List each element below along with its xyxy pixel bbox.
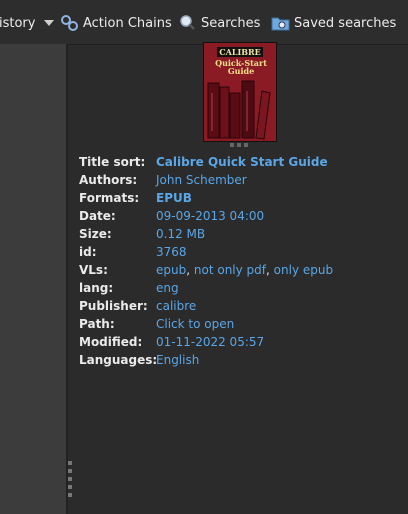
- toolbar: istory Action Chains Searches Saved sear…: [0, 0, 408, 45]
- detail-label: Date:: [79, 209, 116, 223]
- searches-label: Searches: [201, 15, 261, 31]
- format-link[interactable]: EPUB: [156, 189, 192, 207]
- detail-label: VLs:: [79, 263, 108, 277]
- handle-dot: [230, 143, 234, 147]
- handle-dot: [237, 143, 241, 147]
- date-value[interactable]: 09-09-2013 04:00: [156, 207, 264, 225]
- vls-list: epub, not only pdf, only epub: [156, 261, 333, 279]
- handle-dot: [244, 143, 248, 147]
- chevron-down-icon: [44, 20, 54, 26]
- author-link[interactable]: John Schember: [156, 171, 247, 189]
- detail-label: Languages:: [79, 353, 158, 367]
- vl-separator: ,: [186, 263, 191, 277]
- splitter-grip-dot[interactable]: [68, 461, 72, 465]
- vl-link[interactable]: only epub: [274, 263, 333, 277]
- book-list-panel[interactable]: [0, 44, 66, 514]
- action-chains-button[interactable]: Action Chains: [61, 13, 172, 33]
- size-value: 0.12 MB: [156, 227, 206, 241]
- detail-label: id:: [79, 245, 97, 259]
- path-open-link[interactable]: Click to open: [156, 315, 234, 333]
- splitter-grip-dot[interactable]: [68, 469, 72, 473]
- title-sort-link[interactable]: Calibre Quick Start Guide: [156, 153, 328, 171]
- splitter-grip-dot[interactable]: [68, 477, 72, 481]
- panel-splitter[interactable]: [66, 44, 68, 514]
- detail-label: Modified:: [79, 335, 143, 349]
- searches-button[interactable]: Searches: [179, 13, 260, 33]
- detail-label: Publisher:: [79, 299, 148, 313]
- action-chains-label: Action Chains: [83, 15, 172, 31]
- vl-link[interactable]: not only pdf: [194, 263, 266, 277]
- cover-resize-handle[interactable]: [230, 143, 260, 147]
- history-label: istory: [0, 15, 36, 31]
- publisher-link[interactable]: calibre: [156, 297, 196, 315]
- detail-label: lang:: [79, 281, 114, 295]
- saved-searches-button[interactable]: Saved searches: [271, 13, 396, 33]
- saved-searches-label: Saved searches: [294, 15, 397, 31]
- languages-link[interactable]: English: [156, 351, 199, 369]
- search-icon: [180, 15, 195, 30]
- cover-books-illustration: [207, 80, 271, 140]
- detail-label: Formats:: [79, 191, 140, 205]
- detail-label: Title sort:: [79, 155, 146, 169]
- splitter-grip-dot[interactable]: [68, 493, 72, 497]
- lang-link[interactable]: eng: [156, 279, 179, 297]
- id-value[interactable]: 3768: [156, 243, 187, 261]
- action-chains-icon: [61, 15, 78, 31]
- detail-label: Size:: [79, 227, 112, 241]
- detail-label: Path:: [79, 317, 115, 331]
- modified-value[interactable]: 01-11-2022 05:57: [156, 333, 264, 351]
- splitter-grip-dot[interactable]: [68, 485, 72, 489]
- detail-label: Authors:: [79, 173, 138, 187]
- book-cover[interactable]: CALIBRE Quick-Start Guide: [203, 42, 277, 142]
- folder-search-icon: [271, 17, 290, 31]
- history-button[interactable]: istory: [0, 13, 35, 33]
- vl-link[interactable]: epub: [156, 263, 186, 277]
- history-dropdown-arrow[interactable]: [44, 13, 58, 33]
- vl-separator: ,: [266, 263, 270, 277]
